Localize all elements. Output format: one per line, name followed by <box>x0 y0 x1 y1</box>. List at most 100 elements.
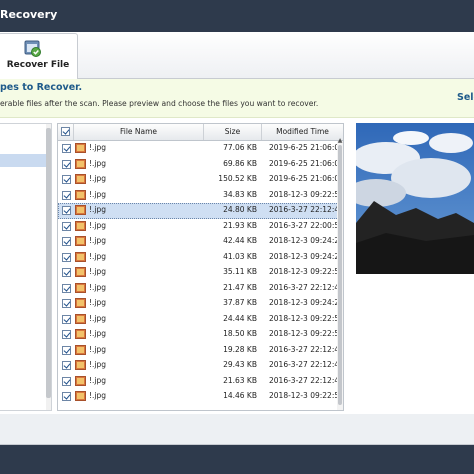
file-size: 37.87 KB <box>223 298 257 307</box>
image-file-icon <box>75 313 86 324</box>
file-size: 41.03 KB <box>223 251 257 261</box>
image-file-icon <box>75 391 86 401</box>
table-row[interactable]: !.jpg 41.03 KB 2018-12-3 09:24:20 <box>58 250 343 266</box>
row-checkbox[interactable] <box>62 237 71 246</box>
table-scrollbar[interactable]: ▲ <box>337 138 343 410</box>
file-size: 42.44 KB <box>223 236 257 245</box>
column-header-name[interactable]: File Name <box>74 124 204 140</box>
table-row[interactable]: !.jpg 21.93 KB 2016-3-27 22:00:54 <box>58 219 343 235</box>
row-checkbox[interactable] <box>62 376 71 386</box>
table-row[interactable]: !.jpg 14.46 KB 2018-12-3 09:22:58 <box>58 389 343 405</box>
file-name: !.jpg <box>89 329 106 338</box>
row-checkbox[interactable] <box>62 252 71 262</box>
table-row[interactable]: !.jpg 18.50 KB 2018-12-3 09:22:58 <box>58 327 343 343</box>
file-modified-time: 2016-3-27 22:12:42 <box>269 344 344 354</box>
image-preview <box>356 123 474 274</box>
file-modified-time: 2019-6-25 21:06:06 <box>269 143 344 152</box>
banner-right-link[interactable]: Sele <box>457 92 474 103</box>
row-checkbox[interactable] <box>62 206 71 215</box>
row-checkbox[interactable] <box>62 361 71 370</box>
file-modified-time: 2019-6-25 21:06:06 <box>269 174 344 183</box>
column-header-size[interactable]: Size <box>204 124 262 140</box>
file-size: 21.63 KB <box>223 375 257 385</box>
file-size: 150.52 KB <box>218 174 257 183</box>
image-file-icon <box>75 282 86 293</box>
table-row[interactable]: !.jpg 37.87 KB 2018-12-3 09:24:20 <box>58 296 343 312</box>
table-scroll-thumb[interactable] <box>338 145 342 405</box>
table-row[interactable]: !.jpg 21.47 KB 2016-3-27 22:12:42 <box>58 281 343 297</box>
file-modified-time: 2016-3-27 22:12:42 <box>269 205 344 214</box>
selected-folder-item[interactable] <box>0 154 50 167</box>
file-modified-time: 2016-3-27 22:00:54 <box>269 220 344 230</box>
file-size: 18.50 KB <box>223 329 257 338</box>
folder-tree-scroll-thumb[interactable] <box>46 128 51 398</box>
file-size: 14.46 KB <box>223 391 257 400</box>
window-title: Recovery <box>0 8 58 21</box>
row-checkbox[interactable] <box>62 330 71 339</box>
row-checkbox[interactable] <box>62 392 71 401</box>
table-row[interactable]: !.jpg 24.44 KB 2018-12-3 09:22:58 <box>58 312 343 328</box>
file-modified-time: 2018-12-3 09:24:20 <box>269 298 344 307</box>
file-name: !.jpg <box>89 391 106 400</box>
image-file-icon <box>75 360 86 370</box>
file-size: 24.44 KB <box>223 313 257 323</box>
file-modified-time: 2018-12-3 09:22:58 <box>269 313 344 323</box>
folder-tree-scrollbar[interactable] <box>46 124 51 410</box>
image-file-icon <box>75 158 86 169</box>
image-file-icon <box>75 205 86 215</box>
select-all-checkbox[interactable] <box>61 127 70 136</box>
table-row[interactable]: !.jpg 21.63 KB 2016-3-27 22:12:42 <box>58 374 343 390</box>
row-checkbox[interactable] <box>62 159 71 169</box>
file-name: !.jpg <box>89 158 106 168</box>
table-rows: !.jpg 77.06 KB 2019-6-25 21:06:06 !.jpg 69.8… <box>58 141 343 405</box>
row-checkbox[interactable] <box>62 299 71 308</box>
row-checkbox[interactable] <box>62 221 71 231</box>
row-checkbox[interactable] <box>62 345 71 355</box>
image-file-icon <box>75 344 86 355</box>
recover-file-icon <box>23 38 43 58</box>
scroll-up-arrow-icon[interactable]: ▲ <box>337 138 343 144</box>
file-name: !.jpg <box>89 174 106 183</box>
file-size: 21.93 KB <box>223 220 257 230</box>
banner-heading: pes to Recover. <box>0 82 83 93</box>
image-file-icon <box>75 174 86 184</box>
image-file-icon <box>75 251 86 262</box>
table-row[interactable]: !.jpg 150.52 KB 2019-6-25 21:06:06 <box>58 172 343 188</box>
image-file-icon <box>75 298 86 308</box>
table-row[interactable]: !.jpg 29.43 KB 2016-3-27 22:12:42 <box>58 358 343 374</box>
table-header: File Name Size Modified Time <box>58 124 343 141</box>
row-checkbox[interactable] <box>62 268 71 277</box>
file-name: !.jpg <box>89 189 106 199</box>
row-checkbox[interactable] <box>62 144 71 153</box>
file-name: !.jpg <box>89 313 106 323</box>
file-modified-time: 2018-12-3 09:24:20 <box>269 251 344 261</box>
file-name: !.jpg <box>89 282 106 292</box>
file-modified-time: 2018-12-3 09:24:20 <box>269 236 344 245</box>
file-size: 19.28 KB <box>223 344 257 354</box>
table-row[interactable]: !.jpg 34.83 KB 2018-12-3 09:22:58 <box>58 188 343 204</box>
file-table: File Name Size Modified Time !.jpg 77.06 … <box>57 123 344 411</box>
file-modified-time: 2018-12-3 09:22:58 <box>269 391 344 400</box>
row-checkbox[interactable] <box>62 190 71 200</box>
toolbar: Recover File <box>0 32 474 80</box>
file-size: 21.47 KB <box>223 282 257 292</box>
table-row[interactable]: !.jpg 24.80 KB 2016-3-27 22:12:42 <box>58 203 343 219</box>
table-row[interactable]: !.jpg 69.86 KB 2019-6-25 21:06:06 <box>58 157 343 173</box>
banner-description: erable files after the scan. Please prev… <box>0 99 319 108</box>
image-file-icon <box>75 329 86 339</box>
file-modified-time: 2016-3-27 22:12:42 <box>269 360 344 369</box>
folder-tree-pane <box>0 123 52 411</box>
table-row[interactable]: !.jpg 42.44 KB 2018-12-3 09:24:20 <box>58 234 343 250</box>
row-checkbox[interactable] <box>62 314 71 324</box>
column-header-modified[interactable]: Modified Time <box>262 124 343 140</box>
file-size: 69.86 KB <box>223 158 257 168</box>
table-row[interactable]: !.jpg 35.11 KB 2018-12-3 09:22:58 <box>58 265 343 281</box>
file-name: !.jpg <box>89 375 106 385</box>
row-checkbox[interactable] <box>62 283 71 293</box>
recover-file-button[interactable]: Recover File <box>0 33 78 80</box>
row-checkbox[interactable] <box>62 175 71 184</box>
file-modified-time: 2019-6-25 21:06:06 <box>269 158 344 168</box>
table-row[interactable]: !.jpg 19.28 KB 2016-3-27 22:12:42 <box>58 343 343 359</box>
table-row[interactable]: !.jpg 77.06 KB 2019-6-25 21:06:06 <box>58 141 343 157</box>
header-checkbox-cell <box>58 124 74 140</box>
